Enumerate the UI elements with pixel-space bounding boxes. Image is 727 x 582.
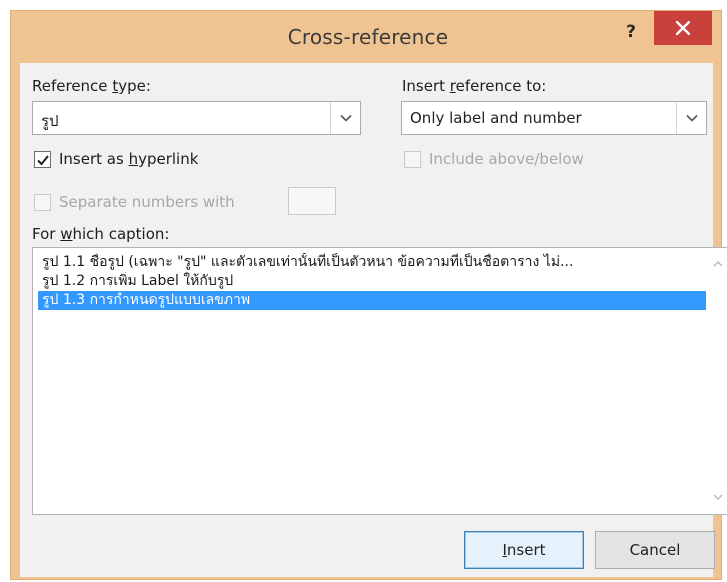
for-which-caption-label: For which caption:	[32, 225, 170, 243]
cancel-button[interactable]: Cancel	[595, 531, 715, 569]
insert-as-hyperlink-label: Insert as hyperlink	[59, 150, 199, 168]
caption-list-item[interactable]: รูป 1.2 การเพิ่ม Label ให้กับรูป	[38, 272, 706, 291]
checkmark-icon	[37, 155, 49, 166]
separate-numbers-label: Separate numbers with	[59, 193, 235, 211]
title-bar[interactable]: Cross-reference ?	[11, 11, 723, 63]
caption-listbox[interactable]: รูป 1.1 ชื่อรูป (เฉพาะ "รูป" และตัวเลขเท…	[32, 247, 727, 515]
scroll-down-arrow-icon[interactable]	[713, 494, 723, 500]
caption-list-scrollbar[interactable]	[708, 248, 727, 514]
insert-as-hyperlink-box[interactable]	[34, 151, 51, 168]
reference-type-select[interactable]: รูป	[32, 101, 361, 135]
help-icon: ?	[626, 22, 636, 42]
insert-reference-to-select[interactable]: Only label and number	[401, 101, 707, 135]
close-button[interactable]	[654, 11, 712, 45]
insert-reference-to-dropdown-button[interactable]	[676, 102, 706, 134]
caption-list-item[interactable]: รูป 1.1 ชื่อรูป (เฉพาะ "รูป" และตัวเลขเท…	[38, 253, 706, 272]
reference-type-value: รูป	[41, 112, 59, 130]
include-above-below-label: Include above/below	[429, 150, 584, 168]
caption-list-item-selected[interactable]: รูป 1.3 การกำหนดรูปแบบเลขภาพ	[38, 291, 706, 310]
insert-reference-to-label: Insert reference to:	[402, 77, 547, 95]
reference-type-label: Reference type:	[32, 77, 151, 95]
insert-button[interactable]: Insert	[464, 531, 584, 569]
dialog-body: Reference type: รูป Insert reference to:…	[20, 63, 727, 577]
include-above-below-box[interactable]	[404, 151, 421, 168]
cross-reference-dialog: Cross-reference ? Reference type: รูป In…	[10, 10, 727, 580]
close-icon	[676, 21, 690, 35]
chevron-down-icon	[686, 114, 698, 122]
insert-reference-to-value: Only label and number	[410, 109, 582, 127]
separate-numbers-input[interactable]	[288, 187, 336, 215]
separate-numbers-box[interactable]	[34, 194, 51, 211]
scroll-up-arrow-icon[interactable]	[713, 261, 723, 267]
reference-type-dropdown-button[interactable]	[330, 102, 360, 134]
dialog-title: Cross-reference	[287, 25, 449, 49]
help-button[interactable]: ?	[615, 17, 647, 47]
chevron-down-icon	[340, 114, 352, 122]
